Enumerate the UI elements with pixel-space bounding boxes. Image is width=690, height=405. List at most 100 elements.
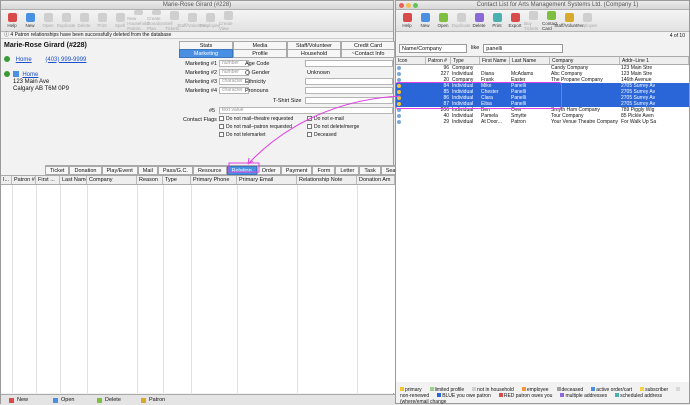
field5-input[interactable]: text value xyxy=(219,107,393,114)
pronouns-field[interactable] xyxy=(305,87,393,94)
tab-payment[interactable]: Payment xyxy=(280,166,313,175)
column-header[interactable]: Company xyxy=(550,57,620,64)
search-field-select[interactable]: Name/Company xyxy=(399,43,467,53)
right-delete-button[interactable]: Delete xyxy=(470,10,488,31)
tab-task[interactable]: Task xyxy=(359,166,381,175)
left-delete-button[interactable]: Delete xyxy=(75,10,93,31)
ethnicity-field[interactable] xyxy=(305,78,393,85)
phone-number[interactable]: (403) 999-9999 xyxy=(45,57,86,63)
minimize-window-button[interactable] xyxy=(406,3,411,8)
column-header[interactable]: Last Name xyxy=(60,176,87,184)
zoom-window-button[interactable] xyxy=(413,3,418,8)
phone-type-link[interactable]: Home xyxy=(16,57,32,63)
column-header[interactable]: Icon xyxy=(396,57,426,64)
column-header[interactable]: Type xyxy=(163,176,191,184)
tab-household-patrons[interactable]: Household Patrons xyxy=(287,49,341,66)
search-input[interactable]: panelli xyxy=(483,43,564,53)
right-buy-tickets-button[interactable]: Buy Tickets xyxy=(524,10,542,31)
tab-pass-g-c-[interactable]: Pass/G.C. xyxy=(157,166,193,175)
column-header[interactable]: Reason xyxy=(137,176,163,184)
left-staff-volunteer-button[interactable]: Staff/Volunteer xyxy=(177,10,207,31)
patron-button[interactable]: Patron xyxy=(141,397,171,403)
column-header[interactable]: Type xyxy=(451,57,480,64)
tab-ticket[interactable]: Ticket xyxy=(45,166,70,175)
flag-label: Do not telemarket xyxy=(226,132,266,138)
tab-donation[interactable]: Donation xyxy=(69,166,102,175)
column-header[interactable]: I... xyxy=(1,176,12,184)
tab-letter[interactable]: Letter xyxy=(335,166,360,175)
left-help-button[interactable]: Help xyxy=(3,10,21,31)
flag-checkbox[interactable]: Do not e-mail xyxy=(307,116,344,122)
delete-button[interactable]: Delete xyxy=(97,397,127,403)
tab-profile[interactable]: Profile xyxy=(233,49,287,58)
address-type-link[interactable]: Home xyxy=(22,72,38,78)
contact-card-icon xyxy=(546,10,556,20)
column-header[interactable]: Primary Phone xyxy=(191,176,237,184)
left-print-button[interactable]: Print xyxy=(93,10,111,31)
tab-order[interactable]: Order xyxy=(256,166,281,175)
column-divider xyxy=(87,185,88,393)
print-icon xyxy=(97,13,107,22)
legend-swatch-icon xyxy=(591,387,596,391)
checkbox-icon xyxy=(219,124,224,130)
left-new-button[interactable]: New xyxy=(21,10,39,31)
right-export-button[interactable]: Export xyxy=(506,10,524,31)
age-code-field[interactable] xyxy=(305,60,393,67)
tab-mail-list[interactable]: Mail List xyxy=(137,166,158,183)
tab-marketing[interactable]: Marketing xyxy=(179,49,233,58)
table-row[interactable]: 29 Individual At Door... Patron Your Venue T… xyxy=(396,119,689,125)
right-open-button[interactable]: Open xyxy=(434,10,452,31)
tab-resource[interactable]: Resource xyxy=(192,166,227,175)
cell-last: Patron xyxy=(511,119,526,125)
column-header[interactable]: Company xyxy=(87,176,137,184)
right-staff-volunteer-button[interactable]: Staff/Volunteer xyxy=(554,10,584,31)
right-new-button[interactable]: New xyxy=(416,10,434,31)
tab-relation[interactable]: Relation xyxy=(226,166,257,175)
flag-checkbox[interactable]: Deceased xyxy=(307,132,337,138)
left-open-button[interactable]: Open xyxy=(39,10,57,31)
right-print-button[interactable]: Print xyxy=(488,10,506,31)
column-header[interactable]: Patron # xyxy=(426,57,451,64)
right-help-button[interactable]: Help xyxy=(398,10,416,31)
tab--contact-info[interactable]: ~Contact Info xyxy=(341,49,395,58)
column-header[interactable]: Patron # xyxy=(12,176,36,184)
left-create-donation-plan-button[interactable]: Create Donation Plan xyxy=(147,10,165,31)
tab-form[interactable]: Form xyxy=(312,166,336,175)
flag-checkbox[interactable]: Do not delete/merge xyxy=(307,124,359,130)
gender-radio[interactable] xyxy=(245,70,250,76)
right-duplicate-button[interactable]: Duplicate xyxy=(452,10,470,31)
tab-play-event[interactable]: Play/Event xyxy=(101,166,138,175)
flag-label: Do not mail–patron requested xyxy=(226,124,292,130)
column-header[interactable]: First ... xyxy=(36,176,60,184)
column-header[interactable]: Addr–Line 1 xyxy=(620,57,689,64)
marketing-2-label: Marketing #2 xyxy=(185,70,217,76)
close-window-button[interactable] xyxy=(399,3,404,8)
left-new-household-patron-button[interactable]: New Household Patron xyxy=(127,10,149,31)
person-icon xyxy=(397,120,401,124)
gender-value[interactable]: Unknown xyxy=(307,70,330,76)
column-header[interactable]: Primary Email xyxy=(237,176,297,184)
right-employee-button[interactable]: Employee xyxy=(577,10,597,31)
legend-swatch-icon xyxy=(615,393,620,397)
new-household-patron-icon xyxy=(133,10,143,15)
delete-icon xyxy=(79,13,89,22)
column-header[interactable]: Donation Am xyxy=(357,176,395,184)
legend-label: multiple addresses xyxy=(565,393,608,399)
tshirt-field[interactable] xyxy=(305,97,393,104)
button-label: New xyxy=(17,397,29,403)
flag-checkbox[interactable]: Do not mail–patron requested xyxy=(219,124,292,130)
column-header[interactable]: Relationship Note xyxy=(297,176,357,184)
open-button[interactable]: Open xyxy=(53,397,83,403)
flag-checkbox[interactable]: Do not telemarket xyxy=(219,132,265,138)
column-header[interactable]: Last Name xyxy=(510,57,550,64)
left-create-view-button[interactable]: Create View xyxy=(219,10,237,31)
new-button[interactable]: New xyxy=(9,397,39,403)
left-duplicate-button[interactable]: Duplicate xyxy=(57,10,75,31)
left-employee-button[interactable]: Employee xyxy=(200,10,220,31)
highlight-box xyxy=(395,82,562,109)
ethnicity-label: Ethnicity xyxy=(245,79,266,85)
column-header[interactable]: First Name xyxy=(480,57,510,64)
print-icon xyxy=(492,13,502,22)
flag-checkbox[interactable]: Do not mail–theatre requested xyxy=(219,116,293,122)
search-operator[interactable]: like xyxy=(471,45,479,51)
